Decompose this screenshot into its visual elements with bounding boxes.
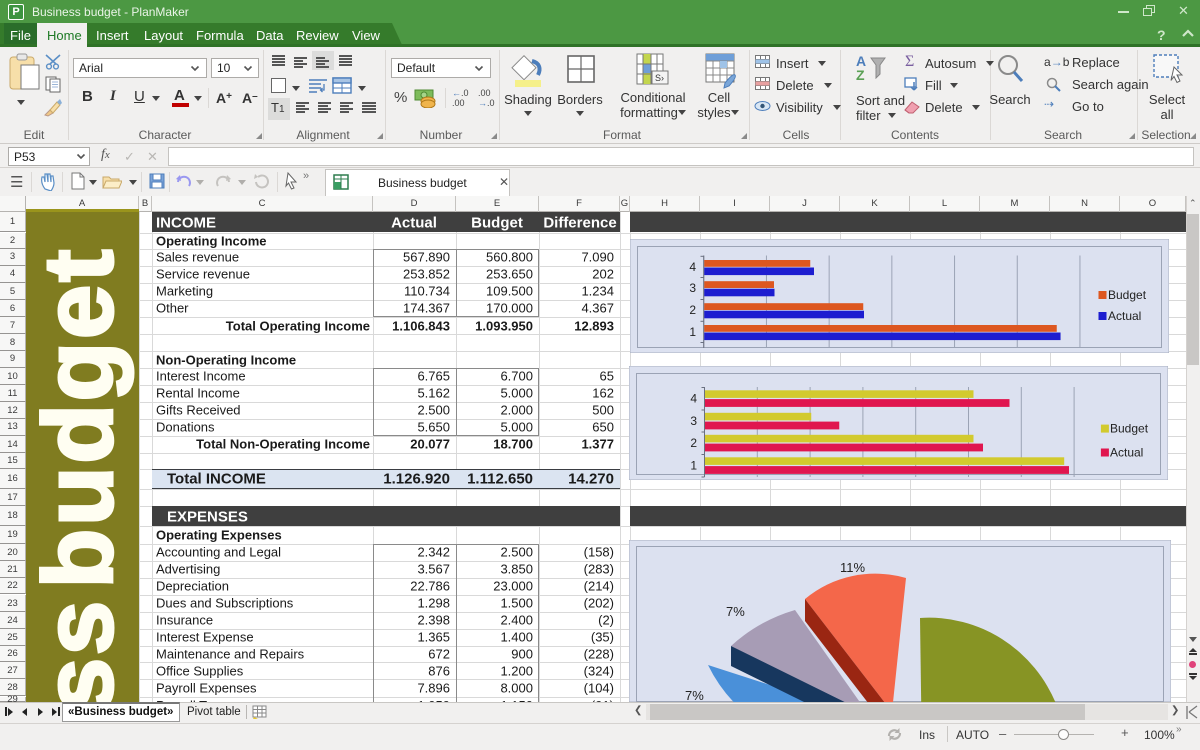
svg-text:2: 2 [690, 436, 697, 450]
svg-text:11%: 11% [840, 560, 865, 575]
svg-text:1: 1 [690, 459, 697, 473]
svg-text:7%: 7% [726, 604, 745, 619]
svg-text:1: 1 [689, 325, 696, 339]
svg-text:7%: 7% [685, 688, 704, 702]
svg-text:4: 4 [689, 260, 696, 274]
svg-text:2: 2 [689, 303, 696, 317]
svg-text:3: 3 [689, 281, 696, 295]
svg-text:Actual: Actual [1110, 446, 1143, 460]
svg-text:S›: S› [655, 73, 664, 83]
svg-text:3: 3 [690, 414, 697, 428]
svg-text:4: 4 [690, 392, 697, 406]
svg-text:Actual: Actual [1108, 309, 1141, 323]
svg-text:Budget: Budget [1110, 422, 1149, 436]
svg-text:Budget: Budget [1108, 288, 1147, 302]
